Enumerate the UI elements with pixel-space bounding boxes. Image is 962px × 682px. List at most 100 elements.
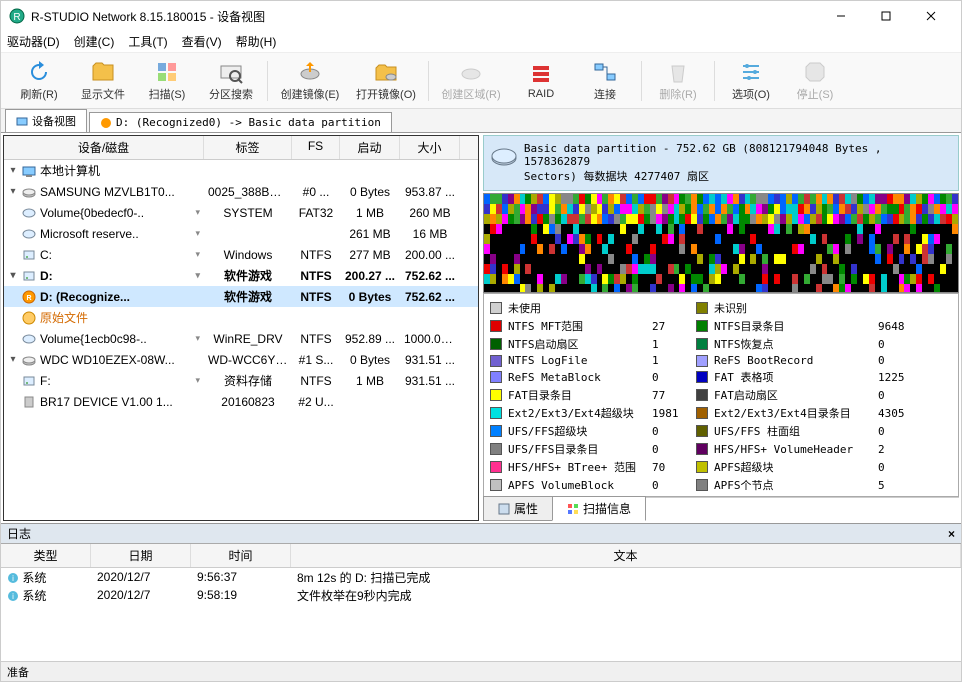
- tab-properties[interactable]: 属性: [483, 496, 553, 521]
- scan-info-pane: Basic data partition - 752.62 GB (808121…: [483, 135, 959, 521]
- table-row[interactable]: ▾SAMSUNG MZVLB1T0...0025_388B_9...#0 ...…: [4, 181, 478, 202]
- legend-swatch: [490, 320, 502, 332]
- legend-swatch: [696, 425, 708, 437]
- legend-value: 0: [652, 479, 692, 492]
- menu-tools[interactable]: 工具(T): [128, 33, 167, 50]
- legend-label: FAT启动扇区: [714, 387, 874, 403]
- stop-label: 停止(S): [797, 86, 834, 102]
- table-row[interactable]: RD: (Recognize...软件游戏NTFS0 Bytes752.62 .…: [4, 286, 478, 307]
- maximize-button[interactable]: [863, 2, 908, 31]
- legend-label: UFS/FFS 柱面组: [714, 423, 874, 439]
- tab-recognized[interactable]: D: (Recognized0) -> Basic data partition: [89, 112, 392, 132]
- hdr-fs[interactable]: FS: [292, 136, 340, 159]
- menu-drive[interactable]: 驱动器(D): [7, 33, 60, 50]
- refresh-button[interactable]: 刷新(R): [7, 56, 71, 106]
- scan-map[interactable]: [483, 193, 959, 293]
- table-row[interactable]: C:▾WindowsNTFS277 MB200.00 ...: [4, 244, 478, 265]
- svg-text:R: R: [26, 295, 31, 302]
- legend-swatch: [490, 302, 502, 314]
- stop-button[interactable]: 停止(S): [783, 56, 847, 106]
- scan-button[interactable]: 扫描(S): [135, 56, 199, 106]
- partition-icon: [490, 142, 518, 170]
- log-body: i 系统2020/12/79:56:378m 12s 的 D: 扫描已完成i 系…: [1, 568, 961, 661]
- legend-value: 5: [878, 479, 918, 492]
- legend-swatch: [490, 425, 502, 437]
- menu-help[interactable]: 帮助(H): [236, 33, 277, 50]
- table-row[interactable]: 原始文件: [4, 307, 478, 328]
- legend-value: 27: [652, 320, 692, 333]
- partition-line1: Basic data partition - 752.62 GB (808121…: [524, 142, 952, 168]
- legend-swatch: [696, 389, 708, 401]
- app-icon: R: [9, 8, 25, 24]
- table-row[interactable]: BR17 DEVICE V1.00 1...20160823#2 U...: [4, 391, 478, 412]
- legend-value: 1225: [878, 371, 918, 384]
- legend-label: NTFS启动扇区: [508, 336, 648, 352]
- minimize-button[interactable]: [818, 2, 863, 31]
- partsearch-label: 分区搜索: [209, 86, 253, 102]
- createregion-label: 创建区域(R): [441, 86, 500, 102]
- legend-label: FAT目录条目: [508, 387, 648, 403]
- hdr-size[interactable]: 大小: [400, 136, 460, 159]
- legend-label: NTFS恢复点: [714, 336, 874, 352]
- table-row[interactable]: ▾本地计算机: [4, 160, 478, 181]
- toolbar: 刷新(R) 显示文件 扫描(S) 分区搜索 创建镜像(E) 打开镜像(O) 创建…: [1, 53, 961, 109]
- delete-button[interactable]: 删除(R): [646, 56, 710, 106]
- log-hdr-text[interactable]: 文本: [291, 544, 961, 567]
- legend-label: NTFS MFT范围: [508, 318, 648, 334]
- openimg-label: 打开镜像(O): [356, 86, 416, 102]
- table-row[interactable]: ▾WDC WD10EZEX-08W...WD-WCC6Y6...#1 S...0…: [4, 349, 478, 370]
- legend-value: 0: [878, 389, 918, 402]
- log-row[interactable]: i 系统2020/12/79:56:378m 12s 的 D: 扫描已完成: [1, 568, 961, 586]
- table-row[interactable]: Microsoft reserve..▾261 MB16 MB: [4, 223, 478, 244]
- menu-view[interactable]: 查看(V): [182, 33, 222, 50]
- toolbar-sep: [267, 61, 268, 101]
- table-row[interactable]: ▾D:▾软件游戏NTFS200.27 ...752.62 ...: [4, 265, 478, 286]
- legend-label: HFS/HFS+ BTree+ 范围: [508, 459, 648, 475]
- log-row[interactable]: i 系统2020/12/79:58:19文件枚举在9秒内完成: [1, 586, 961, 604]
- createimg-button[interactable]: 创建镜像(E): [272, 56, 348, 106]
- window-title: R-STUDIO Network 8.15.180015 - 设备视图: [31, 8, 818, 25]
- showfiles-button[interactable]: 显示文件: [71, 56, 135, 106]
- table-row[interactable]: Volume{0bedecf0-..▾SYSTEMFAT321 MB260 MB: [4, 202, 478, 223]
- log-hdr-time[interactable]: 时间: [191, 544, 291, 567]
- tab-recognized-label: D: (Recognized0) -> Basic data partition: [116, 116, 381, 129]
- legend-value: 0: [652, 443, 692, 456]
- log-pane: 日志× 类型 日期 时间 文本 i 系统2020/12/79:56:378m 1…: [1, 523, 961, 661]
- table-row[interactable]: F:▾资料存储NTFS1 MB931.51 ...: [4, 370, 478, 391]
- legend-swatch: [490, 371, 502, 383]
- scan-label: 扫描(S): [149, 86, 186, 102]
- legend-swatch: [696, 479, 708, 491]
- options-label: 选项(O): [732, 86, 770, 102]
- menu-create[interactable]: 创建(C): [74, 33, 115, 50]
- close-button[interactable]: [908, 2, 953, 31]
- delete-label: 删除(R): [659, 86, 696, 102]
- legend-label: NTFS LogFile: [508, 354, 648, 367]
- legend-swatch: [490, 338, 502, 350]
- log-hdr-type[interactable]: 类型: [1, 544, 91, 567]
- options-button[interactable]: 选项(O): [719, 56, 783, 106]
- toolbar-sep: [714, 61, 715, 101]
- createregion-button[interactable]: 创建区域(R): [433, 56, 509, 106]
- log-close-icon[interactable]: ×: [948, 527, 955, 541]
- log-hdr-date[interactable]: 日期: [91, 544, 191, 567]
- hdr-start[interactable]: 启动: [340, 136, 400, 159]
- legend-label: HFS/HFS+ VolumeHeader: [714, 443, 874, 456]
- hdr-label[interactable]: 标签: [204, 136, 292, 159]
- legend-value: 2: [878, 443, 918, 456]
- partition-line2: Sectors) 每数据块 4277407 扇区: [524, 168, 952, 184]
- partsearch-button[interactable]: 分区搜索: [199, 56, 263, 106]
- legend-swatch: [490, 461, 502, 473]
- connect-button[interactable]: 连接: [573, 56, 637, 106]
- toolbar-sep: [641, 61, 642, 101]
- legend-swatch: [696, 355, 708, 367]
- table-row[interactable]: Volume{1ecb0c98-..▾WinRE_DRVNTFS952.89 .…: [4, 328, 478, 349]
- legend-label: 未识别: [714, 300, 874, 316]
- tab-device-view-label: 设备视图: [32, 113, 76, 129]
- hdr-device[interactable]: 设备/磁盘: [4, 136, 204, 159]
- raid-button[interactable]: RAID: [509, 56, 573, 106]
- legend-value: 0: [652, 425, 692, 438]
- tab-scaninfo-label: 扫描信息: [583, 500, 631, 517]
- tab-scaninfo[interactable]: 扫描信息: [552, 496, 646, 521]
- openimg-button[interactable]: 打开镜像(O): [348, 56, 424, 106]
- tab-device-view[interactable]: 设备视图: [5, 109, 87, 132]
